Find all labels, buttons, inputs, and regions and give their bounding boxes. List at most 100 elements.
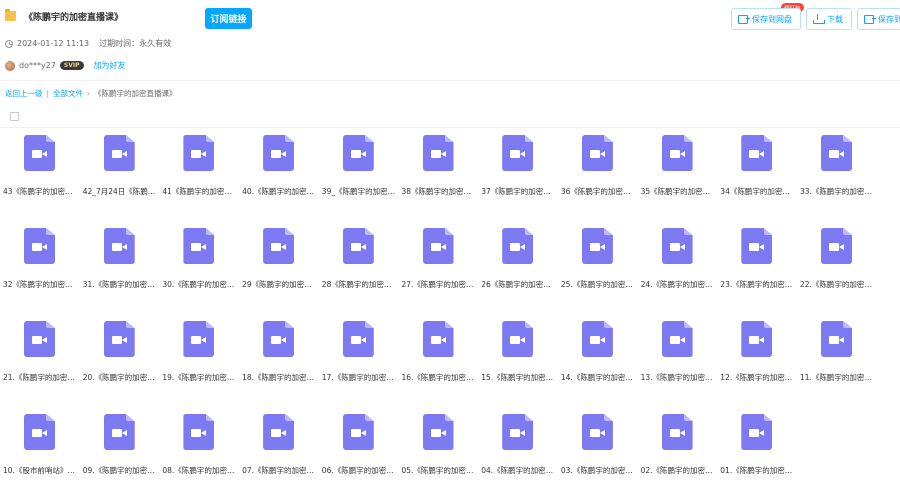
video-file-icon[interactable] xyxy=(263,414,295,450)
file-name[interactable]: 26《陈鹏宇的加密直播课》.mp4 xyxy=(478,279,558,290)
file-item[interactable]: 03.《陈鹏宇的加密直播课》.mp4 xyxy=(558,409,638,480)
file-name[interactable]: 40.《陈鹏宇的加密直播课》.mp4 xyxy=(239,186,319,197)
file-item[interactable]: 37《陈鹏宇的加密直播课》.mp4 xyxy=(478,130,558,223)
file-name[interactable]: 29《陈鹏宇的加密直播课》.mp4 xyxy=(239,279,319,290)
file-item[interactable]: 06.《陈鹏宇的加密直播课》.mp4 xyxy=(319,409,399,480)
video-file-icon[interactable] xyxy=(342,414,374,450)
file-name[interactable]: 43《陈鹏宇的加密直播课》.mp4 xyxy=(0,186,80,197)
file-item[interactable]: 35《陈鹏宇的加密直播课》.mp4 xyxy=(638,130,718,223)
file-name[interactable]: 13.《陈鹏宇的加密直播课》.mp4 xyxy=(638,372,718,383)
file-name[interactable]: 02.《陈鹏宇的加密直播课》.mp4 xyxy=(638,465,718,476)
save-to-button[interactable]: 保存到 xyxy=(857,8,900,30)
file-name[interactable]: 05.《陈鹏宇的加密直播课》.mp4 xyxy=(399,465,479,476)
all-files-link[interactable]: 全部文件 xyxy=(53,88,83,99)
file-item[interactable]: 19.《陈鹏宇的加密直播课》.mp4 xyxy=(159,316,239,409)
file-item[interactable]: 01.《陈鹏宇的加密直播课》.mp4 xyxy=(717,409,797,480)
video-file-icon[interactable] xyxy=(422,321,454,357)
video-file-icon[interactable] xyxy=(422,135,454,171)
add-friend-link[interactable]: 加为好友 xyxy=(94,60,126,71)
video-file-icon[interactable] xyxy=(263,321,295,357)
file-name[interactable]: 03.《陈鹏宇的加密直播课》.mp4 xyxy=(558,465,638,476)
file-item[interactable]: 15.《陈鹏宇的加密直播课》.mp4 xyxy=(478,316,558,409)
file-item[interactable]: 43《陈鹏宇的加密直播课》.mp4 xyxy=(0,130,80,223)
file-item[interactable]: 13.《陈鹏宇的加密直播课》.mp4 xyxy=(638,316,718,409)
save-to-disk-button[interactable]: 保存到网盘 xyxy=(731,8,801,30)
video-file-icon[interactable] xyxy=(661,321,693,357)
file-item[interactable]: 22.《陈鹏宇的加密直播课》.mp4 xyxy=(797,223,877,316)
file-item[interactable]: 26《陈鹏宇的加密直播课》.mp4 xyxy=(478,223,558,316)
file-item[interactable]: 12.《陈鹏宇的加密直播课》.mp4 xyxy=(717,316,797,409)
video-file-icon[interactable] xyxy=(821,135,852,171)
file-name[interactable]: 23.《陈鹏宇的加密直播课》.mp4 xyxy=(717,279,797,290)
file-name[interactable]: 07.《陈鹏宇的加密直播课》.mp4 xyxy=(239,465,319,476)
user-name[interactable]: do***y27 xyxy=(19,61,56,70)
file-name[interactable]: 04.《陈鹏宇的加密直播课》.mp4 xyxy=(478,465,558,476)
file-name[interactable]: 19.《陈鹏宇的加密直播课》.mp4 xyxy=(159,372,239,383)
file-item[interactable]: 11.《陈鹏宇的加密直播课》.mp4 xyxy=(797,316,877,409)
file-item[interactable]: 02.《陈鹏宇的加密直播课》.mp4 xyxy=(638,409,718,480)
file-name[interactable]: 15.《陈鹏宇的加密直播课》.mp4 xyxy=(478,372,558,383)
video-file-icon[interactable] xyxy=(821,228,852,264)
video-file-icon[interactable] xyxy=(342,135,374,171)
file-item[interactable]: 29《陈鹏宇的加密直播课》.mp4 xyxy=(239,223,319,316)
video-file-icon[interactable] xyxy=(24,228,55,264)
file-item[interactable]: 08.《陈鹏宇的加密直播课》.mp4 xyxy=(159,409,239,480)
video-file-icon[interactable] xyxy=(581,414,613,450)
video-file-icon[interactable] xyxy=(24,135,55,171)
video-file-icon[interactable] xyxy=(581,321,613,357)
video-file-icon[interactable] xyxy=(741,414,773,450)
video-file-icon[interactable] xyxy=(741,321,773,357)
file-item[interactable]: 30.《陈鹏宇的加密直播课》.mp4 xyxy=(159,223,239,316)
file-item[interactable]: 36《陈鹏宇的加密直播课》.mp4 xyxy=(558,130,638,223)
file-item[interactable]: 28《陈鹏宇的加密直播课》.mp4 xyxy=(319,223,399,316)
file-name[interactable]: 24.《陈鹏宇的加密直播课》.mp4 xyxy=(638,279,718,290)
video-file-icon[interactable] xyxy=(24,321,55,357)
file-item[interactable]: 38《陈鹏宇的加密直播课》.mp4 xyxy=(399,130,479,223)
file-name[interactable]: 32《陈鹏宇的加密直播课》.mp4 xyxy=(0,279,80,290)
file-item[interactable]: 27.《陈鹏宇的加密直播课》.mp4 xyxy=(399,223,479,316)
file-item[interactable]: 32《陈鹏宇的加密直播课》.mp4 xyxy=(0,223,80,316)
file-name[interactable]: 16.《陈鹏宇的加密直播课》.mp4 xyxy=(399,372,479,383)
file-item[interactable]: 14.《陈鹏宇的加密直播课》.mp4 xyxy=(558,316,638,409)
video-file-icon[interactable] xyxy=(502,228,534,264)
video-file-icon[interactable] xyxy=(821,321,852,357)
video-file-icon[interactable] xyxy=(103,321,135,357)
file-name[interactable]: 12.《陈鹏宇的加密直播课》.mp4 xyxy=(717,372,797,383)
file-name[interactable]: 41《陈鹏宇的加密直播课》.mp4 xyxy=(159,186,239,197)
video-file-icon[interactable] xyxy=(103,414,135,450)
file-name[interactable]: 21.《陈鹏宇的加密直播课》.mp4 xyxy=(0,372,80,383)
video-file-icon[interactable] xyxy=(661,228,693,264)
file-item[interactable]: 31.《陈鹏宇的加密直播课》.mp4 xyxy=(80,223,160,316)
video-file-icon[interactable] xyxy=(502,414,534,450)
file-name[interactable]: 27.《陈鹏宇的加密直播课》.mp4 xyxy=(399,279,479,290)
file-name[interactable]: 34《陈鹏宇的加密直播课》.mp4 xyxy=(717,186,797,197)
file-item[interactable]: 34《陈鹏宇的加密直播课》.mp4 xyxy=(717,130,797,223)
download-button[interactable]: 下载 xyxy=(806,8,852,30)
file-item[interactable]: 05.《陈鹏宇的加密直播课》.mp4 xyxy=(399,409,479,480)
file-name[interactable]: 25.《陈鹏宇的加密直播课》.mp4 xyxy=(558,279,638,290)
file-item[interactable]: 10.《股市前哨站》.mp4 xyxy=(0,409,80,480)
file-name[interactable]: 17.《陈鹏宇的加密直播课》.mp4 xyxy=(319,372,399,383)
file-name[interactable]: 38《陈鹏宇的加密直播课》.mp4 xyxy=(399,186,479,197)
avatar[interactable] xyxy=(5,60,15,71)
video-file-icon[interactable] xyxy=(741,228,773,264)
file-name[interactable]: 36《陈鹏宇的加密直播课》.mp4 xyxy=(558,186,638,197)
file-item[interactable]: 25.《陈鹏宇的加密直播课》.mp4 xyxy=(558,223,638,316)
video-file-icon[interactable] xyxy=(581,228,613,264)
video-file-icon[interactable] xyxy=(103,228,135,264)
file-item[interactable]: 33.《陈鹏宇的加密直播课》.mp4 xyxy=(797,130,877,223)
file-name[interactable]: 39_《陈鹏宇的加密直播课》.mp4 xyxy=(319,186,399,197)
file-item[interactable]: 24.《陈鹏宇的加密直播课》.mp4 xyxy=(638,223,718,316)
video-file-icon[interactable] xyxy=(342,228,374,264)
file-item[interactable]: 09.《陈鹏宇的加密直播课》.mp4 xyxy=(80,409,160,480)
file-name[interactable]: 18.《陈鹏宇的加密直播课》.mp4 xyxy=(239,372,319,383)
video-file-icon[interactable] xyxy=(502,321,534,357)
video-file-icon[interactable] xyxy=(502,135,534,171)
file-name[interactable]: 10.《股市前哨站》.mp4 xyxy=(0,465,80,476)
file-name[interactable]: 37《陈鹏宇的加密直播课》.mp4 xyxy=(478,186,558,197)
video-file-icon[interactable] xyxy=(581,135,613,171)
video-file-icon[interactable] xyxy=(24,414,55,450)
file-name[interactable]: 11.《陈鹏宇的加密直播课》.mp4 xyxy=(797,372,877,383)
file-name[interactable]: 22.《陈鹏宇的加密直播课》.mp4 xyxy=(797,279,877,290)
file-item[interactable]: 39_《陈鹏宇的加密直播课》.mp4 xyxy=(319,130,399,223)
